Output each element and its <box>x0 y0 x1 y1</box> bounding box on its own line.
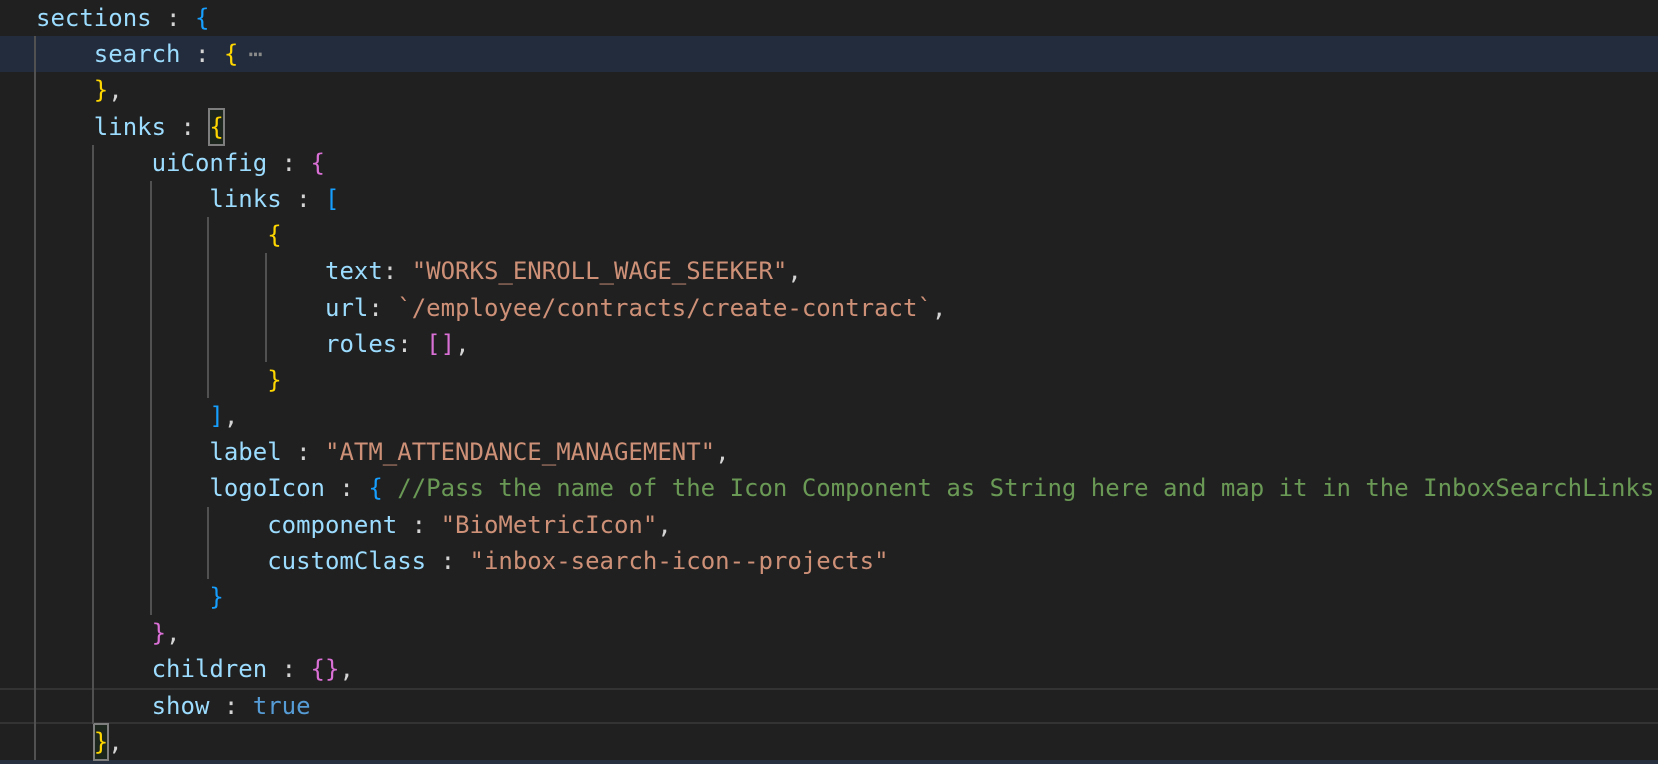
code-line[interactable]: url: `/employee/contracts/create-contrac… <box>0 290 1658 326</box>
matched-bracket: } <box>94 724 108 760</box>
code-line[interactable]: links : { <box>0 109 1658 145</box>
code-token: : <box>397 326 426 362</box>
code-token: : <box>282 434 325 470</box>
indent-guide <box>207 507 209 579</box>
code-token: show <box>152 688 210 724</box>
code-token: , <box>224 398 238 434</box>
code-token: : <box>181 36 224 72</box>
code-token: "inbox-search-icon--projects" <box>470 543 889 579</box>
code-token: , <box>108 724 122 760</box>
code-token: search <box>94 36 181 72</box>
code-token: `/employee/contracts/create-contract` <box>397 290 932 326</box>
code-token: , <box>339 651 353 687</box>
code-token: : <box>152 0 195 36</box>
code-token: [] <box>426 326 455 362</box>
code-token: text <box>325 253 383 289</box>
code-token: } <box>94 72 108 108</box>
indent-guide <box>265 253 267 362</box>
code-line[interactable]: } <box>0 579 1658 615</box>
code-line[interactable]: show : true <box>0 688 1658 724</box>
code-token: { <box>311 145 325 181</box>
code-token: , <box>657 507 671 543</box>
code-token: ] <box>209 398 223 434</box>
code-token: : <box>282 181 325 217</box>
code-editor: sections : {search : {⋯},links : {uiConf… <box>0 0 1658 764</box>
code-token: [ <box>325 181 339 217</box>
code-line[interactable]: children : {}, <box>0 651 1658 687</box>
code-line[interactable]: customClass : "inbox-search-icon--projec… <box>0 543 1658 579</box>
code-token: customClass <box>267 543 426 579</box>
code-line[interactable]: links : [ <box>0 181 1658 217</box>
code-token: component <box>267 507 397 543</box>
code-comment: //Pass the name of the Icon Component as… <box>383 470 1655 506</box>
code-token: } <box>152 615 166 651</box>
code-token: , <box>166 615 180 651</box>
code-token: uiConfig <box>152 145 268 181</box>
code-token: : <box>267 651 310 687</box>
code-token: true <box>253 688 311 724</box>
code-line[interactable]: sections : { <box>0 0 1658 36</box>
code-line[interactable]: { <box>0 217 1658 253</box>
code-line[interactable]: } <box>0 362 1658 398</box>
code-token: { <box>267 217 281 253</box>
code-token: , <box>787 253 801 289</box>
code-line[interactable]: search : { ⋯ <box>0 36 1658 72</box>
code-line[interactable]: ], <box>0 398 1658 434</box>
code-token: } <box>209 579 223 615</box>
folded-code-ellipsis[interactable]: ⋯ <box>248 36 260 72</box>
code-token: : <box>383 253 412 289</box>
code-token: : <box>166 109 209 145</box>
code-token: : <box>426 543 469 579</box>
indent-guide <box>92 145 94 724</box>
code-token: "BioMetricIcon" <box>441 507 658 543</box>
code-line[interactable]: text: "WORKS_ENROLL_WAGE_SEEKER", <box>0 253 1658 289</box>
indent-guide <box>150 181 152 615</box>
code-token: links <box>94 109 166 145</box>
code-token: : <box>267 145 310 181</box>
code-token: links <box>209 181 281 217</box>
code-token: , <box>108 72 122 108</box>
code-line[interactable]: }, <box>0 615 1658 651</box>
code-token: { <box>368 470 382 506</box>
code-token: , <box>932 290 946 326</box>
code-token: label <box>209 434 281 470</box>
code-line[interactable]: }, <box>0 72 1658 108</box>
partial-line-highlight <box>0 760 1658 764</box>
code-token: : <box>397 507 440 543</box>
code-token: logoIcon <box>209 470 325 506</box>
code-token: children <box>152 651 268 687</box>
code-token: : <box>209 688 252 724</box>
code-token: { <box>224 36 238 72</box>
code-token: "WORKS_ENROLL_WAGE_SEEKER" <box>412 253 788 289</box>
code-token: "ATM_ATTENDANCE_MANAGEMENT" <box>325 434 715 470</box>
code-line[interactable]: logoIcon : { //Pass the name of the Icon… <box>0 470 1658 506</box>
code-line[interactable]: component : "BioMetricIcon", <box>0 507 1658 543</box>
code-line[interactable]: roles: [], <box>0 326 1658 362</box>
code-token: sections <box>36 0 152 36</box>
code-token: , <box>455 326 469 362</box>
indent-guide <box>34 36 36 760</box>
code-line[interactable]: }, <box>0 724 1658 760</box>
code-token: roles <box>325 326 397 362</box>
code-line[interactable]: uiConfig : { <box>0 145 1658 181</box>
matched-bracket: { <box>209 109 223 145</box>
code-token: url <box>325 290 368 326</box>
code-token: {} <box>311 651 340 687</box>
code-token: , <box>715 434 729 470</box>
code-token: : <box>368 290 397 326</box>
code-token: } <box>267 362 281 398</box>
code-token: : <box>325 470 368 506</box>
indent-guide <box>207 217 209 398</box>
code-line[interactable]: label : "ATM_ATTENDANCE_MANAGEMENT", <box>0 434 1658 470</box>
code-token: { <box>195 0 209 36</box>
